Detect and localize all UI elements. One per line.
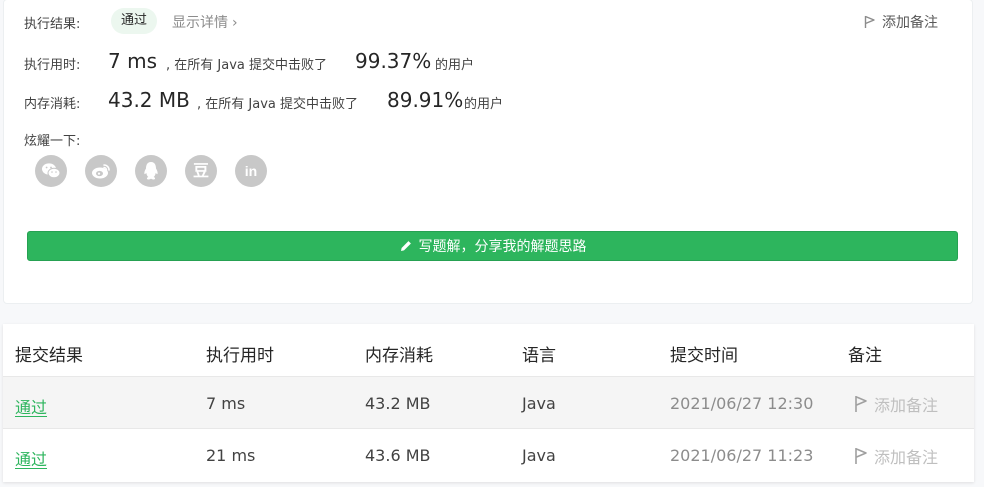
runtime-percent: 99.37% [355,49,432,73]
header-language: 语言 [522,346,556,366]
show-details-label: 显示详情 [172,15,228,31]
pencil-icon [400,240,411,251]
header-submit-time: 提交时间 [670,346,738,366]
show-details-link[interactable]: 显示详情 › [172,12,238,32]
submission-summary-card: 执行结果: 通过 显示详情 › 添加备注 执行用时: 7 ms , 在所有 Jav… [3,0,973,304]
memory-cell: 43.2 MB [365,394,431,413]
status-badge: 通过 [111,8,158,34]
add-note-label: 添加备注 [874,448,939,467]
runtime-label: 执行用时: [24,58,81,73]
share-wechat-button[interactable] [35,155,67,187]
result-label: 执行结果: [24,17,81,32]
memory-value: 43.2 MB [108,88,190,112]
flag-icon [855,396,867,412]
linkedin-icon: in [244,163,258,179]
runtime-value: 7 ms [108,49,157,73]
douban-icon: 豆 [192,161,209,180]
header-note: 备注 [848,346,882,366]
language-cell: Java [522,446,556,465]
share-buttons: 豆 in [35,155,285,187]
submit-time-cell: 2021/06/27 12:30 [670,394,814,413]
memory-cell: 43.6 MB [365,446,431,465]
runtime-cell: 21 ms [206,446,256,465]
flag-icon [864,15,875,28]
memory-suffix: 的用户 [464,97,504,112]
add-note-label: 添加备注 [874,396,939,415]
table-row: 通过 21 ms 43.6 MB Java 2021/06/27 11:23 添… [3,428,974,480]
submissions-table: 提交结果 执行用时 内存消耗 语言 提交时间 备注 通过 7 ms 43.2 M… [3,324,974,482]
runtime-suffix: 的用户 [435,58,475,73]
share-douban-button[interactable]: 豆 [185,155,217,187]
runtime-beats-text: , 在所有 Java 提交中击败了 [166,58,327,73]
add-note-button[interactable]: 添加备注 [854,444,938,468]
header-memory: 内存消耗 [365,346,433,366]
qq-icon [144,162,158,180]
memory-beats-text: , 在所有 Java 提交中击败了 [197,97,358,112]
header-runtime: 执行用时 [206,346,274,366]
write-solution-label: 写题解，分享我的解题思路 [418,239,587,255]
table-header: 提交结果 执行用时 内存消耗 语言 提交时间 备注 [3,324,974,376]
memory-percent: 89.91% [387,88,464,112]
share-linkedin-button[interactable]: in [235,155,267,187]
table-row: 通过 7 ms 43.2 MB Java 2021/06/27 12:30 添加… [3,376,974,428]
flag-icon [855,448,867,464]
result-link[interactable]: 通过 [15,394,47,418]
add-note-button[interactable]: 添加备注 [854,392,938,416]
runtime-cell: 7 ms [206,394,246,413]
add-note-button[interactable]: 添加备注 [864,12,938,32]
memory-label: 内存消耗: [24,97,81,112]
share-weibo-button[interactable] [85,155,117,187]
add-note-label: 添加备注 [882,15,938,31]
submit-time-cell: 2021/06/27 11:23 [670,446,814,465]
header-result: 提交结果 [15,346,83,366]
wechat-icon [42,163,61,179]
share-label: 炫耀一下: [24,134,81,149]
chevron-right-icon: › [232,15,238,31]
language-cell: Java [522,394,556,413]
weibo-icon [92,164,110,179]
share-qq-button[interactable] [135,155,167,187]
write-solution-button[interactable]: 写题解，分享我的解题思路 [27,231,958,261]
result-link[interactable]: 通过 [15,446,47,470]
